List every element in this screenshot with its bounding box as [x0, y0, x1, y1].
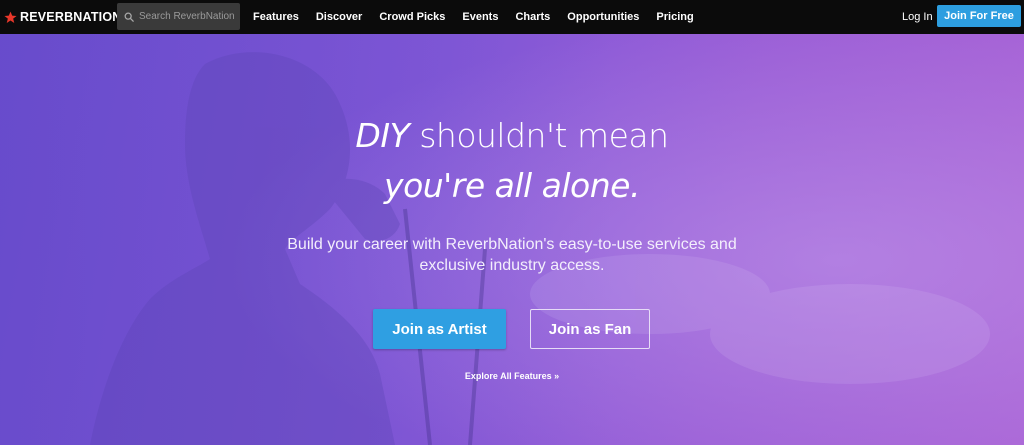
reverbnation-logo[interactable]: REVERBNATION ™ [4, 0, 127, 34]
hero-subtext: Build your career with ReverbNation's ea… [287, 236, 737, 274]
headline-emphasis-alone: you're all alone. [384, 166, 640, 205]
explore-all-features-link[interactable]: Explore All Features » [0, 371, 1024, 381]
star-icon [4, 11, 17, 23]
nav-item-crowd-picks[interactable]: Crowd Picks [379, 11, 445, 23]
nav-item-discover[interactable]: Discover [316, 11, 362, 23]
login-link[interactable]: Log In [902, 0, 933, 34]
headline-emphasis-diy: DIY [355, 116, 410, 155]
join-as-artist-button[interactable]: Join as Artist [373, 309, 506, 349]
nav-item-pricing[interactable]: Pricing [656, 11, 693, 23]
search-box[interactable] [117, 3, 240, 30]
nav-item-opportunities[interactable]: Opportunities [567, 11, 639, 23]
nav-item-features[interactable]: Features [253, 11, 299, 23]
join-as-fan-button[interactable]: Join as Fan [530, 309, 650, 349]
headline-line-1-rest: shouldn't mean [409, 116, 669, 155]
hero-section: DIY shouldn't mean you're all alone. Bui… [0, 34, 1024, 445]
search-icon [124, 12, 134, 22]
join-for-free-button[interactable]: Join For Free [937, 5, 1021, 27]
hero-headline-line-2: you're all alone. [0, 166, 1024, 205]
search-input[interactable] [139, 11, 239, 22]
main-nav: Features Discover Crowd Picks Events Cha… [253, 0, 711, 34]
logo-text: REVERBNATION [20, 10, 122, 24]
top-navigation-bar: REVERBNATION ™ Features Discover Crowd P… [0, 0, 1024, 34]
nav-item-events[interactable]: Events [462, 11, 498, 23]
nav-item-charts[interactable]: Charts [515, 11, 550, 23]
hero-headline-line-1: DIY shouldn't mean [0, 116, 1024, 155]
